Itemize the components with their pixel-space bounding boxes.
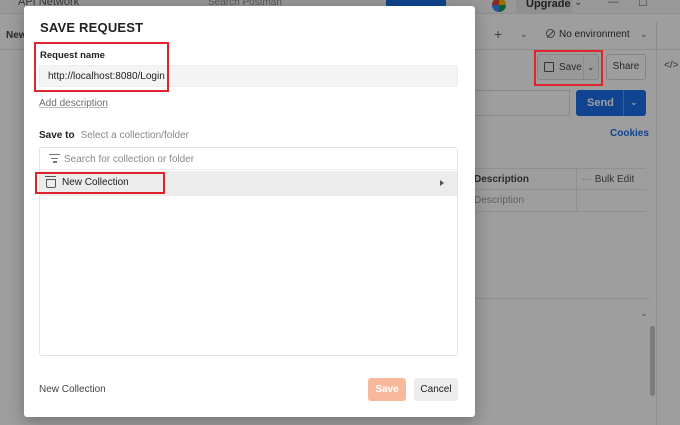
collection-search-row (40, 148, 457, 170)
request-name-label: Request name (40, 50, 105, 61)
new-collection-item[interactable]: New Collection (40, 171, 457, 196)
collection-trash-icon (45, 176, 56, 188)
save-to-label: Save to (39, 130, 75, 141)
save-button[interactable]: Save (368, 378, 406, 401)
save-request-dialog: SAVE REQUEST Request name Add descriptio… (24, 6, 475, 417)
cancel-button[interactable]: Cancel (414, 378, 458, 401)
new-collection-label: New Collection (62, 177, 129, 188)
chevron-right-icon[interactable] (440, 180, 444, 186)
save-to-hint: Select a collection/folder (80, 130, 189, 141)
filter-icon (49, 154, 60, 164)
add-description-link[interactable]: Add description (39, 98, 108, 109)
selected-location-label: New Collection (39, 384, 106, 395)
request-name-input[interactable] (39, 65, 458, 87)
collection-picker: New Collection (39, 147, 458, 356)
save-to-row: Save to Select a collection/folder (39, 130, 189, 141)
collection-search-input[interactable] (64, 151, 424, 167)
dialog-title: SAVE REQUEST (40, 20, 144, 35)
